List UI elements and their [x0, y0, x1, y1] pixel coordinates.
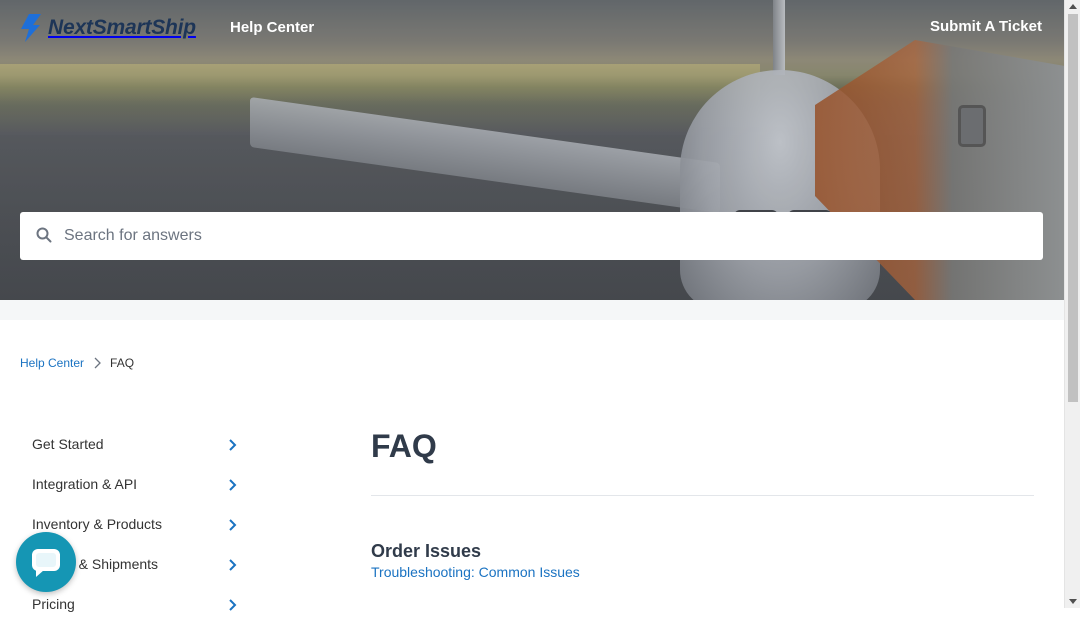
breadcrumb-home-link[interactable]: Help Center — [20, 356, 84, 370]
page-scrollbar[interactable] — [1064, 0, 1080, 608]
section-title-order-issues: Order Issues — [371, 540, 482, 561]
search-bar — [20, 212, 1043, 260]
sidebar-item-integration-api[interactable]: Integration & API — [32, 464, 247, 504]
search-icon — [36, 227, 52, 243]
chevron-right-icon — [229, 559, 237, 571]
brand-logo[interactable]: NextSmartShip — [20, 14, 196, 42]
nav-help-center-link[interactable]: Help Center — [230, 19, 314, 36]
chevron-right-icon — [229, 599, 237, 611]
scroll-up-arrow-icon[interactable] — [1065, 0, 1080, 14]
scrollbar-thumb[interactable] — [1068, 14, 1078, 402]
top-navigation: NextSmartShip Help Center Submit A Ticke… — [0, 0, 1064, 56]
breadcrumb: Help Center FAQ — [20, 356, 134, 370]
category-sidebar: Get Started Integration & API Inventory … — [32, 424, 247, 624]
main-content: FAQ Order Issues Troubleshooting: Common… — [371, 420, 1034, 580]
chevron-right-icon — [94, 357, 101, 369]
hero-banner: NextSmartShip Help Center Submit A Ticke… — [0, 0, 1064, 300]
chat-bubble-icon — [32, 549, 60, 577]
breadcrumb-current: FAQ — [110, 356, 135, 370]
scroll-down-arrow-icon[interactable] — [1065, 594, 1080, 608]
chevron-right-icon — [229, 479, 237, 491]
search-input[interactable] — [62, 212, 1022, 260]
sidebar-item-get-started[interactable]: Get Started — [32, 424, 247, 464]
article-link[interactable]: Troubleshooting: Common Issues — [371, 564, 580, 580]
sidebar-item-label: Integration & API — [32, 476, 138, 492]
sidebar-item-label: Get Started — [32, 436, 104, 452]
page-title: FAQ — [371, 428, 437, 464]
chevron-right-icon — [229, 519, 237, 531]
brand-name: NextSmartShip — [48, 16, 196, 39]
section-divider-strip — [0, 300, 1064, 320]
sidebar-item-label: Inventory & Products — [32, 516, 162, 532]
chevron-right-icon — [229, 439, 237, 451]
chat-launcher-button[interactable] — [16, 532, 76, 592]
title-divider — [371, 495, 1034, 496]
sidebar-item-label: Pricing — [32, 596, 75, 612]
hero-jetbridge-window — [958, 105, 986, 147]
submit-ticket-link[interactable]: Submit A Ticket — [930, 18, 1042, 35]
lightning-bolt-icon — [21, 14, 41, 42]
sidebar-item-pricing[interactable]: Pricing — [32, 584, 247, 624]
